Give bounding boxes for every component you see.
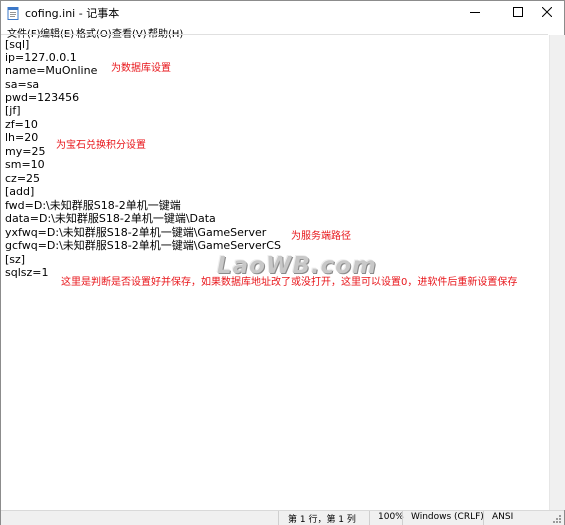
close-icon: [542, 7, 552, 17]
watermark-logo: LaoWB.com: [217, 253, 378, 279]
editor-line: cz=25: [5, 172, 41, 185]
status-line-ending-cell: Windows (CRLF): [402, 511, 484, 525]
window-title: cofing.ini - 记事本: [25, 7, 120, 20]
notepad-window: cofing.ini - 记事本 文件(F) 编辑(E) 格式(O) 查看(V)…: [0, 0, 565, 525]
annotation-points: 为宝石兑换积分设置: [56, 140, 146, 151]
status-zoom: 100%: [378, 512, 404, 522]
annotation-db: 为数据库设置: [111, 63, 171, 74]
editor-line: my=25: [5, 145, 46, 158]
vertical-scrollbar[interactable]: [549, 35, 565, 510]
status-zoom-cell: 100%: [369, 511, 404, 525]
close-button[interactable]: [530, 1, 564, 23]
editor-line: ip=127.0.0.1: [5, 51, 77, 64]
editor-line: [sz]: [5, 253, 26, 266]
status-line-ending: Windows (CRLF): [411, 512, 484, 522]
status-bar: 第 1 行，第 1 列 100% Windows (CRLF) ANSI: [1, 510, 564, 525]
editor-line: zf=10: [5, 118, 38, 131]
editor-line: gcfwq=D:\未知群服S18-2单机一键端\GameServerCS: [5, 239, 281, 252]
editor-line: [sql]: [5, 38, 30, 51]
title-bar[interactable]: cofing.ini - 记事本: [1, 1, 564, 23]
maximize-icon: [513, 7, 523, 17]
resize-grip-icon[interactable]: [552, 514, 562, 524]
editor-line: sqlsz=1: [5, 266, 49, 279]
minimize-button[interactable]: [458, 1, 492, 23]
minimize-icon: [470, 12, 480, 13]
editor-line: fwd=D:\未知群服S18-2单机一键端: [5, 199, 181, 212]
status-position: 第 1 行，第 1 列: [288, 515, 356, 525]
editor-line: [add]: [5, 185, 35, 198]
editor-line: sm=10: [5, 158, 45, 171]
annotation-server-path: 为服务端路径: [291, 231, 351, 242]
editor-line: [jf]: [5, 104, 21, 117]
editor-line: lh=20: [5, 131, 39, 144]
editor-line: sa=sa: [5, 78, 40, 91]
editor-line: data=D:\未知群服S18-2单机一键端\Data: [5, 212, 216, 225]
editor-line: pwd=123456: [5, 91, 80, 104]
notepad-icon: [7, 5, 19, 20]
status-encoding-cell: ANSI: [483, 511, 548, 525]
status-encoding: ANSI: [492, 512, 514, 522]
status-position-cell: 第 1 行，第 1 列: [278, 511, 369, 525]
editor-line: yxfwq=D:\未知群服S18-2单机一键端\GameServer: [5, 226, 267, 239]
editor-line: name=MuOnline: [5, 64, 98, 77]
